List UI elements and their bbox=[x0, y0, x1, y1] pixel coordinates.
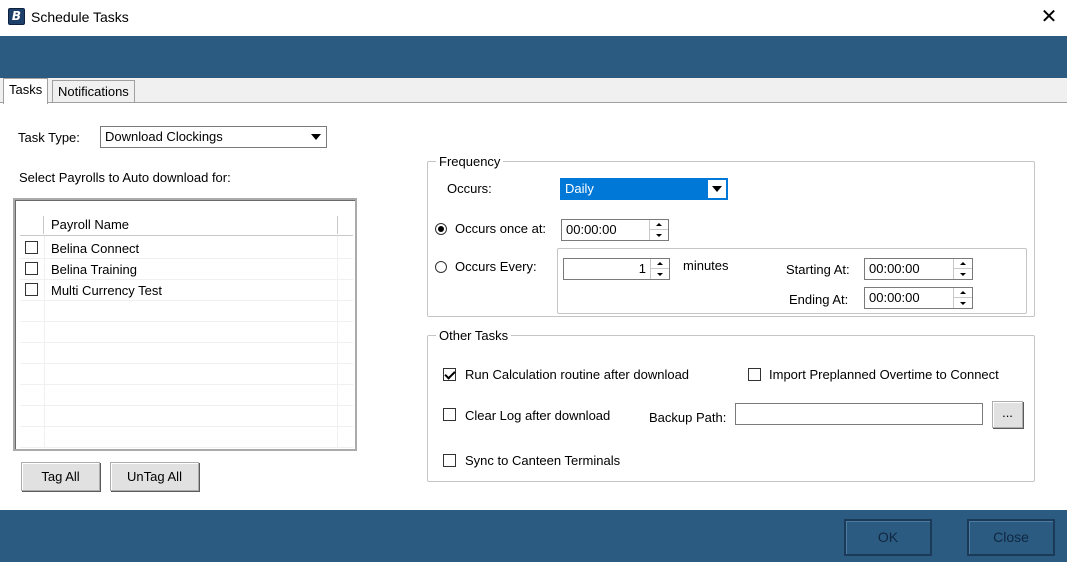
occurs-once-value: 00:00:00 bbox=[566, 222, 617, 237]
spin-up-icon[interactable] bbox=[649, 220, 668, 230]
grid-header-row: Payroll Name bbox=[20, 214, 353, 236]
table-row-empty bbox=[20, 301, 353, 322]
chevron-down-icon[interactable] bbox=[307, 128, 325, 146]
ok-button[interactable]: OK bbox=[844, 519, 932, 556]
occurs-every-value: 1 bbox=[638, 261, 646, 276]
task-type-label: Task Type: bbox=[18, 130, 80, 145]
spin-up-icon[interactable] bbox=[650, 259, 669, 269]
tab-strip bbox=[0, 78, 1067, 103]
spin-down-icon[interactable] bbox=[953, 298, 972, 308]
import-overtime-label: Import Preplanned Overtime to Connect bbox=[769, 367, 999, 382]
spin-up-icon[interactable] bbox=[953, 288, 972, 298]
close-window-icon[interactable]: ✕ bbox=[1036, 4, 1062, 30]
payroll-name: Belina Connect bbox=[51, 241, 140, 256]
tab-tasks[interactable]: Tasks bbox=[3, 78, 49, 104]
window-title: Schedule Tasks bbox=[31, 9, 129, 25]
run-calc-checkbox[interactable] bbox=[443, 368, 456, 381]
sync-canteen-checkbox[interactable] bbox=[443, 454, 456, 467]
occurs-label: Occurs: bbox=[447, 181, 492, 196]
minutes-label: minutes bbox=[683, 258, 729, 273]
import-overtime-checkbox[interactable] bbox=[748, 368, 761, 381]
table-row-empty bbox=[20, 322, 353, 343]
task-type-value: Download Clockings bbox=[105, 129, 223, 144]
payroll-checkbox[interactable] bbox=[25, 262, 38, 275]
ending-at-label: Ending At: bbox=[789, 292, 849, 307]
table-row-empty bbox=[20, 364, 353, 385]
payroll-checkbox[interactable] bbox=[25, 283, 38, 296]
grid-column-divider bbox=[337, 216, 338, 234]
table-row-empty bbox=[20, 343, 353, 364]
clear-log-label: Clear Log after download bbox=[465, 408, 611, 423]
occurs-every-radio[interactable] bbox=[435, 261, 447, 273]
browse-button[interactable]: ... bbox=[992, 401, 1023, 428]
table-row[interactable]: Belina Training bbox=[20, 259, 353, 280]
occurs-every-minutes[interactable]: 1 bbox=[563, 258, 670, 280]
table-row[interactable]: Multi Currency Test bbox=[20, 280, 353, 301]
payroll-name: Belina Training bbox=[51, 262, 137, 277]
table-row[interactable]: Belina Connect bbox=[20, 238, 353, 259]
payroll-grid[interactable]: Payroll Name Belina Connect Belina Train… bbox=[13, 198, 357, 451]
task-type-select[interactable]: Download Clockings bbox=[100, 126, 327, 148]
starting-at-label: Starting At: bbox=[786, 262, 850, 277]
untag-all-button[interactable]: UnTag All bbox=[110, 462, 199, 491]
title-bar bbox=[0, 0, 1067, 36]
ending-at-time[interactable]: 00:00:00 bbox=[864, 287, 973, 309]
payrolls-label: Select Payrolls to Auto download for: bbox=[19, 170, 231, 185]
other-tasks-group-title: Other Tasks bbox=[436, 328, 512, 343]
occurs-once-time[interactable]: 00:00:00 bbox=[561, 219, 669, 241]
app-logo-icon: B bbox=[8, 8, 25, 25]
tag-all-button[interactable]: Tag All bbox=[21, 462, 100, 491]
occurs-value: Daily bbox=[565, 181, 594, 196]
table-row-empty bbox=[20, 427, 353, 448]
sync-canteen-label: Sync to Canteen Terminals bbox=[465, 453, 621, 468]
header-band bbox=[0, 36, 1067, 78]
backup-path-label: Backup Path: bbox=[649, 410, 727, 425]
starting-at-time[interactable]: 00:00:00 bbox=[864, 258, 973, 280]
payroll-name: Multi Currency Test bbox=[51, 283, 163, 298]
grid-check-column-header bbox=[20, 216, 44, 234]
starting-at-value: 00:00:00 bbox=[869, 261, 920, 276]
spin-down-icon[interactable] bbox=[649, 230, 668, 240]
occurs-select[interactable]: Daily bbox=[560, 178, 728, 200]
spin-down-icon[interactable] bbox=[953, 269, 972, 279]
backup-path-input[interactable] bbox=[735, 403, 983, 425]
run-calc-label: Run Calculation routine after download bbox=[465, 367, 690, 382]
close-button[interactable]: Close bbox=[967, 519, 1055, 556]
clear-log-checkbox[interactable] bbox=[443, 408, 456, 421]
table-row-empty bbox=[20, 385, 353, 406]
occurs-every-label: Occurs Every: bbox=[455, 259, 537, 274]
spin-up-icon[interactable] bbox=[953, 259, 972, 269]
chevron-down-icon[interactable] bbox=[708, 180, 726, 198]
payroll-checkbox[interactable] bbox=[25, 241, 38, 254]
ending-at-value: 00:00:00 bbox=[869, 290, 920, 305]
occurs-once-radio[interactable] bbox=[435, 223, 447, 235]
grid-column-payroll-name: Payroll Name bbox=[51, 217, 130, 232]
occurs-once-label: Occurs once at: bbox=[455, 221, 547, 236]
spin-down-icon[interactable] bbox=[650, 269, 669, 279]
frequency-group-title: Frequency bbox=[436, 154, 504, 169]
tab-notifications[interactable]: Notifications bbox=[52, 80, 135, 103]
table-row-empty bbox=[20, 406, 353, 427]
